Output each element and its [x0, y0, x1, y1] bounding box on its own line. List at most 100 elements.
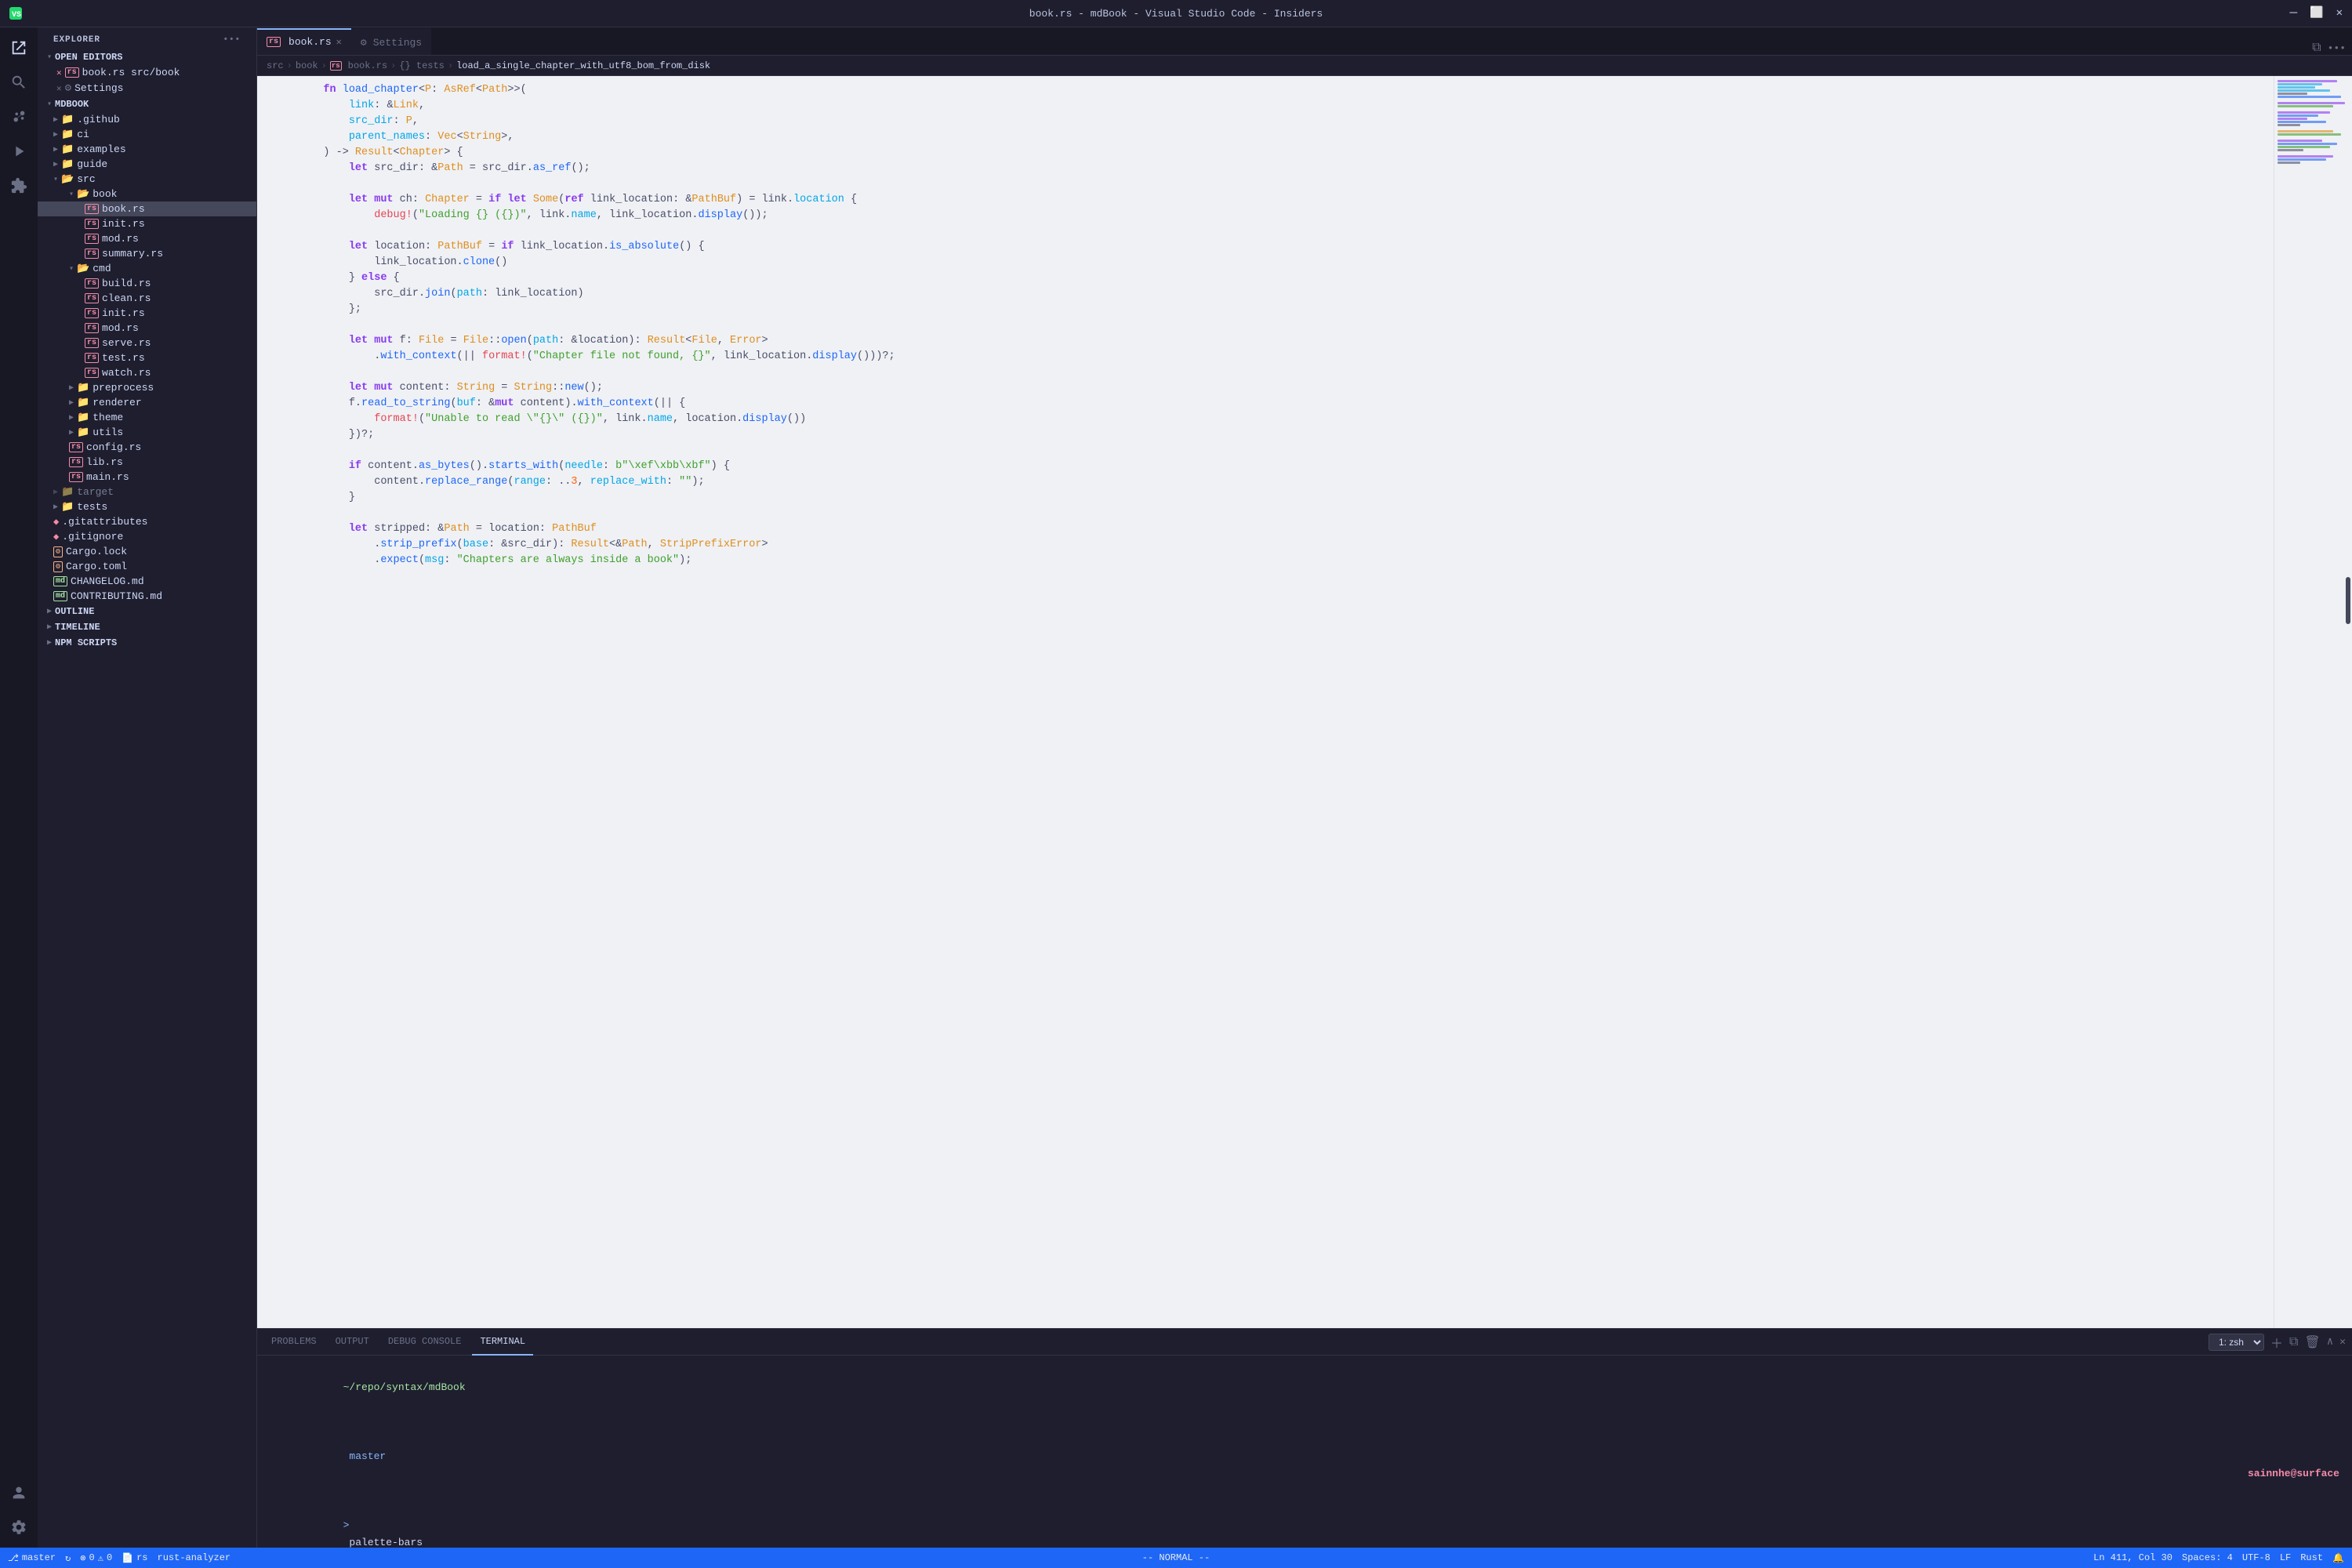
- theme-folder-item[interactable]: ▶ 📁 theme: [38, 410, 256, 425]
- test-rs-item[interactable]: rs test.rs: [38, 350, 256, 365]
- npm-scripts-section[interactable]: ▶ NPM SCRIPTS: [38, 635, 256, 651]
- book-folder-item[interactable]: ▾ 📂 book: [38, 187, 256, 201]
- indent-status[interactable]: Spaces: 4: [2182, 1552, 2233, 1563]
- run-activity-icon[interactable]: [5, 137, 33, 165]
- code-line: [257, 365, 2274, 380]
- settings-activity-icon[interactable]: [5, 1513, 33, 1541]
- gitattributes-item[interactable]: ◆ .gitattributes: [38, 514, 256, 529]
- breadcrumb-book-rs[interactable]: book.rs: [348, 60, 387, 71]
- source-control-activity-icon[interactable]: [5, 103, 33, 131]
- gitignore-item[interactable]: ◆ .gitignore: [38, 529, 256, 544]
- src-folder-item[interactable]: ▾ 📂 src: [38, 172, 256, 187]
- contributing-item[interactable]: md CONTRIBUTING.md: [38, 589, 256, 604]
- tests-folder-item[interactable]: ▶ 📁 tests: [38, 499, 256, 514]
- encoding-status[interactable]: UTF-8: [2242, 1552, 2270, 1563]
- cargo-lock-item[interactable]: ⚙ Cargo.lock: [38, 544, 256, 559]
- lib-rs-item[interactable]: rs lib.rs: [38, 455, 256, 470]
- panel-content[interactable]: ~/repo/syntax/mdBook master sainnhe@surf…: [257, 1356, 2352, 1548]
- ci-chevron: ▶: [53, 130, 58, 140]
- config-rs-icon: rs: [69, 442, 83, 452]
- kill-terminal-icon[interactable]: 🗑: [2304, 1334, 2320, 1350]
- mod-rs-book-icon: rs: [85, 234, 99, 244]
- cargo-toml-item[interactable]: ⚙ Cargo.toml: [38, 559, 256, 574]
- open-editors-section[interactable]: ▾ OPEN EDITORS: [38, 49, 256, 65]
- account-activity-icon[interactable]: [5, 1479, 33, 1507]
- main-rs-item[interactable]: rs main.rs: [38, 470, 256, 485]
- open-editor-label: book.rs src/book: [82, 67, 180, 78]
- filetype-icon: 📄: [122, 1552, 133, 1564]
- close-icon[interactable]: ✕: [56, 67, 62, 78]
- ci-folder-item[interactable]: ▶ 📁 ci: [38, 127, 256, 142]
- build-rs-item[interactable]: rs build.rs: [38, 276, 256, 291]
- init-rs-book-label: init.rs: [102, 218, 145, 230]
- maximize-panel-icon[interactable]: ∧: [2327, 1335, 2333, 1348]
- eol-status[interactable]: LF: [2280, 1552, 2291, 1563]
- git-branch-label: master: [22, 1552, 56, 1563]
- book-rs-item[interactable]: rs book.rs: [38, 201, 256, 216]
- terminal-user-right: sainnhe@surface: [2248, 1465, 2339, 1483]
- notifications-status[interactable]: 🔔: [2332, 1552, 2344, 1564]
- tab-settings[interactable]: ⚙ Settings: [351, 28, 431, 55]
- cmd-folder-icon: 📂: [77, 263, 89, 274]
- breadcrumb-function[interactable]: load_a_single_chapter_with_utf8_bom_from…: [456, 60, 710, 71]
- new-terminal-icon[interactable]: ＋: [2270, 1333, 2283, 1352]
- errors-status[interactable]: ⊗ 0 ⚠ 0: [80, 1552, 112, 1564]
- watch-rs-item[interactable]: rs watch.rs: [38, 365, 256, 380]
- init-rs-cmd-item[interactable]: rs init.rs: [38, 306, 256, 321]
- language-status[interactable]: Rust: [2300, 1552, 2323, 1563]
- breadcrumb-src[interactable]: src: [267, 60, 284, 71]
- mdbook-section[interactable]: ▾ MDBOOK: [38, 96, 256, 112]
- config-rs-item[interactable]: rs config.rs: [38, 440, 256, 455]
- panel-tab-terminal[interactable]: TERMINAL: [472, 1329, 533, 1356]
- panel-tab-debug-console[interactable]: DEBUG CONSOLE: [380, 1329, 470, 1356]
- open-editor-settings[interactable]: ✕ ⚙ Settings: [38, 80, 256, 96]
- open-editor-book-rs[interactable]: ✕ rs book.rs src/book: [38, 65, 256, 80]
- explorer-activity-icon[interactable]: [5, 34, 33, 62]
- renderer-folder-item[interactable]: ▶ 📁 renderer: [38, 395, 256, 410]
- panel-tab-output[interactable]: OUTPUT: [328, 1329, 377, 1356]
- close-icon-settings[interactable]: ✕: [56, 83, 62, 94]
- github-folder-item[interactable]: ▶ 📁 .github: [38, 112, 256, 127]
- target-folder-item[interactable]: ▶ 📁 target: [38, 485, 256, 499]
- init-rs-book-item[interactable]: rs init.rs: [38, 216, 256, 231]
- maximize-button[interactable]: ⬜: [2310, 6, 2323, 20]
- mod-rs-cmd-item[interactable]: rs mod.rs: [38, 321, 256, 336]
- close-button[interactable]: ✕: [2336, 6, 2343, 20]
- mod-rs-book-item[interactable]: rs mod.rs: [38, 231, 256, 246]
- search-activity-icon[interactable]: [5, 68, 33, 96]
- sidebar-more-icon[interactable]: •••: [223, 35, 241, 45]
- tab-book-rs-close[interactable]: ✕: [336, 36, 342, 48]
- more-editor-actions-icon[interactable]: •••: [2328, 42, 2346, 54]
- guide-folder-item[interactable]: ▶ 📁 guide: [38, 157, 256, 172]
- cursor-position-status[interactable]: Ln 411, Col 30: [2093, 1552, 2172, 1563]
- terminal-select[interactable]: 1: zsh: [2209, 1334, 2264, 1351]
- changelog-item[interactable]: md CHANGELOG.md: [38, 574, 256, 589]
- minimize-button[interactable]: ─: [2290, 6, 2298, 20]
- examples-folder-item[interactable]: ▶ 📁 examples: [38, 142, 256, 157]
- sync-status[interactable]: ↻: [65, 1552, 71, 1564]
- clean-rs-item[interactable]: rs clean.rs: [38, 291, 256, 306]
- timeline-chevron: ▶: [47, 622, 52, 632]
- serve-rs-item[interactable]: rs serve.rs: [38, 336, 256, 350]
- cmd-folder-item[interactable]: ▾ 📂 cmd: [38, 261, 256, 276]
- window-controls[interactable]: ─ ⬜ ✕: [2290, 6, 2343, 20]
- panel-tab-problems[interactable]: PROBLEMS: [263, 1329, 325, 1356]
- extensions-activity-icon[interactable]: [5, 172, 33, 200]
- close-panel-icon[interactable]: ✕: [2339, 1336, 2346, 1348]
- minimap-scrollbar[interactable]: [2346, 577, 2350, 624]
- utils-folder-item[interactable]: ▶ 📁 utils: [38, 425, 256, 440]
- filetype-status[interactable]: 📄 rs: [122, 1552, 147, 1564]
- clean-rs-icon: rs: [85, 293, 99, 303]
- summary-rs-item[interactable]: rs summary.rs: [38, 246, 256, 261]
- editor-main[interactable]: fn load_chapter<P: AsRef<Path>>( link: &…: [257, 76, 2274, 1328]
- split-terminal-icon[interactable]: ⧉: [2289, 1335, 2298, 1349]
- timeline-section[interactable]: ▶ TIMELINE: [38, 619, 256, 635]
- outline-section[interactable]: ▶ OUTLINE: [38, 604, 256, 619]
- breadcrumb-book[interactable]: book: [296, 60, 318, 71]
- breadcrumb-tests[interactable]: {} tests: [399, 60, 445, 71]
- rust-analyzer-status[interactable]: rust-analyzer: [158, 1552, 231, 1563]
- preprocess-folder-item[interactable]: ▶ 📁 preprocess: [38, 380, 256, 395]
- tab-book-rs[interactable]: rs book.rs ✕: [257, 28, 351, 55]
- git-branch-status[interactable]: ⎇ master: [8, 1552, 56, 1564]
- split-editor-icon[interactable]: ⧉: [2312, 41, 2321, 55]
